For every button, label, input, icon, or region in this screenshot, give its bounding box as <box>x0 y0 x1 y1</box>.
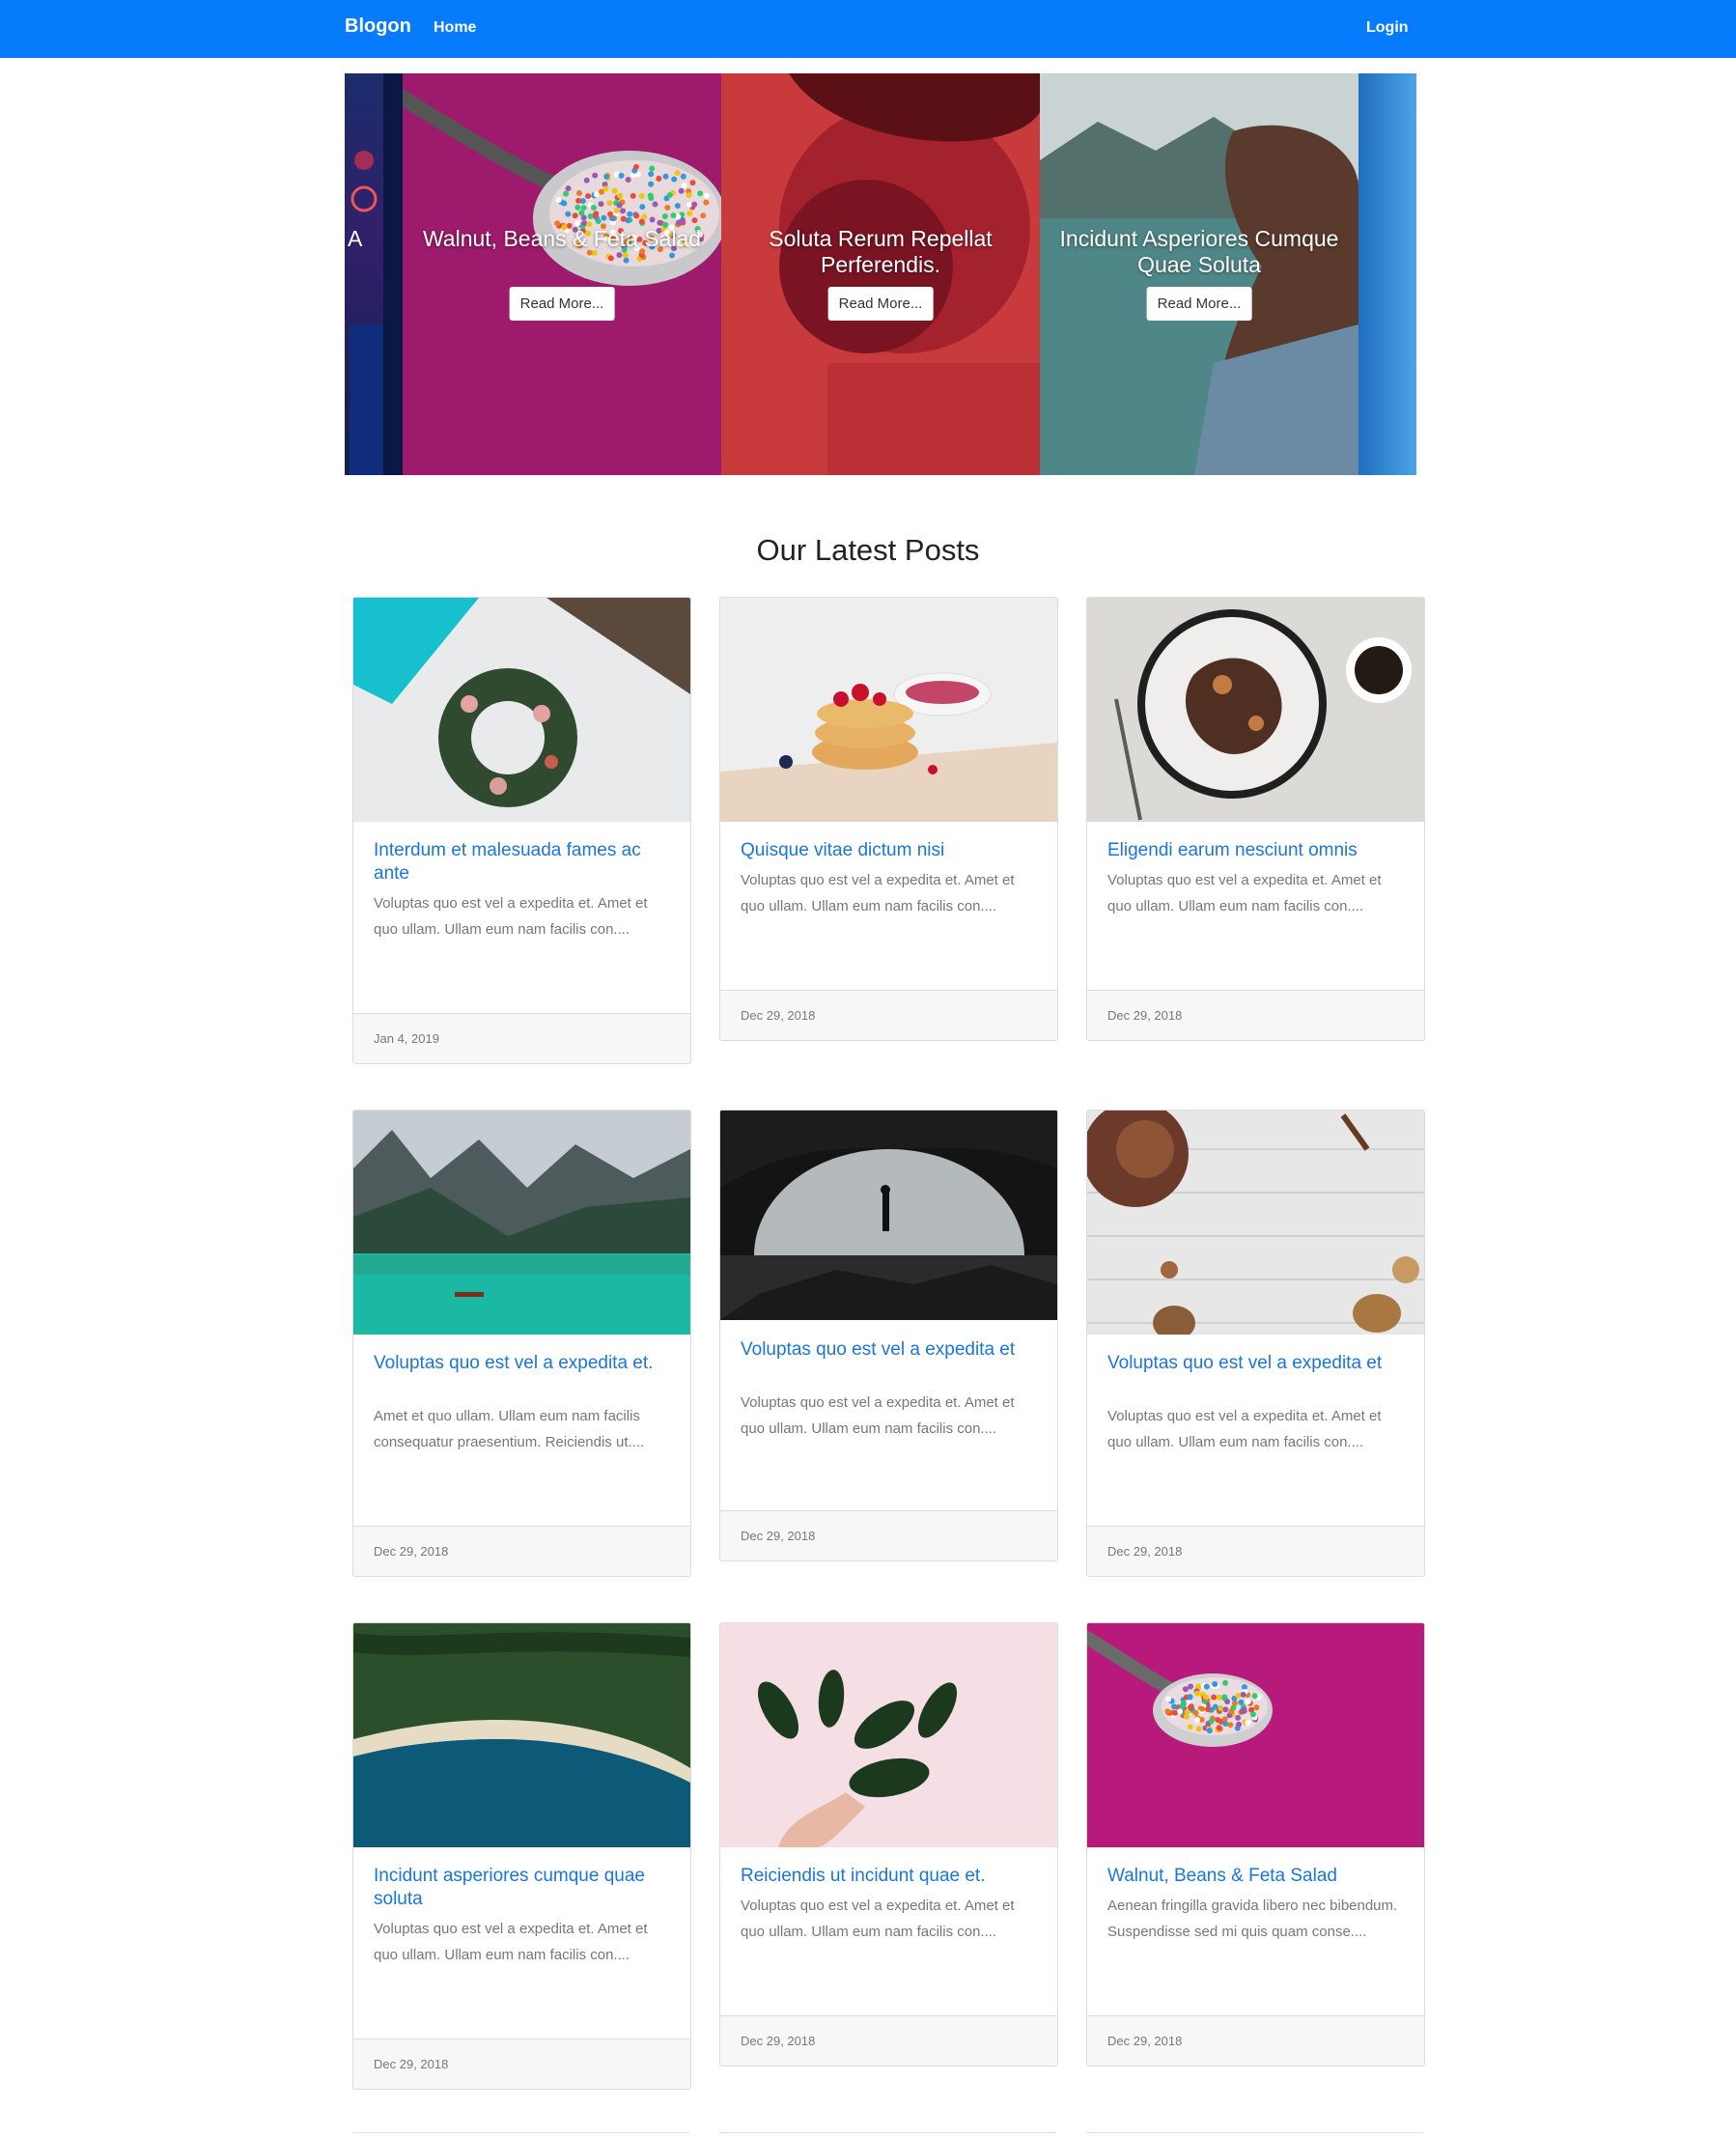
next-card-edge <box>719 2132 1056 2137</box>
read-more-button[interactable]: Read More... <box>509 287 615 321</box>
post-date: Dec 29, 2018 <box>1107 2034 1183 2048</box>
post-title-link[interactable]: Interdum et malesuada fames ac ante <box>374 839 673 886</box>
post-title-link[interactable]: Voluptas quo est vel a expedita et <box>1107 1352 1407 1375</box>
post-excerpt: Voluptas quo est vel a expedita et. Amet… <box>741 872 1015 914</box>
post-title-link[interactable]: Voluptas quo est vel a expedita et. <box>374 1352 673 1375</box>
post-excerpt: Voluptas quo est vel a expedita et. Amet… <box>1107 1408 1382 1450</box>
post-image[interactable] <box>720 1623 1057 1847</box>
post-card[interactable]: Eligendi earum nesciunt omnis Voluptas q… <box>1086 597 1425 1041</box>
post-footer: Dec 29, 2018 <box>353 2039 690 2089</box>
post-title-link[interactable]: Reiciendis ut incidunt quae et. <box>741 1865 1040 1888</box>
post-date: Dec 29, 2018 <box>1107 1544 1183 1559</box>
post-card[interactable]: Interdum et malesuada fames ac ante Volu… <box>352 597 691 1064</box>
post-image[interactable] <box>720 598 1057 822</box>
post-image[interactable] <box>1087 1111 1424 1335</box>
read-more-button[interactable]: Read More... <box>1146 287 1252 321</box>
post-card[interactable]: Reiciendis ut incidunt quae et. Voluptas… <box>719 1622 1058 2067</box>
post-card[interactable]: Incidunt asperiores cumque quae soluta V… <box>352 1622 691 2090</box>
post-title-link[interactable]: Voluptas quo est vel a expedita et <box>741 1338 1040 1362</box>
carousel-slide-title: Walnut, Beans & Feta Salad <box>422 226 702 251</box>
post-date: Jan 4, 2019 <box>374 1031 439 1046</box>
post-footer: Dec 29, 2018 <box>1087 1526 1424 1576</box>
post-footer: Dec 29, 2018 <box>720 1510 1057 1561</box>
post-date: Dec 29, 2018 <box>741 1008 816 1023</box>
post-title-link[interactable]: Eligendi earum nesciunt omnis <box>1107 839 1407 862</box>
carousel-slide-2[interactable]: Soluta Rerum Repellat Perferendis. Read … <box>721 73 1040 475</box>
post-image[interactable] <box>1087 1623 1424 1847</box>
next-card-edge <box>1086 2132 1423 2137</box>
nav-login-link[interactable]: Login <box>1366 19 1409 37</box>
post-image[interactable] <box>353 1111 690 1335</box>
post-excerpt: Aenean fringilla gravida libero nec bibe… <box>1107 1898 1398 1940</box>
post-image[interactable] <box>353 1623 690 1847</box>
post-footer: Dec 29, 2018 <box>720 990 1057 1040</box>
carousel-edge-left: A <box>345 73 403 475</box>
nav-home-link[interactable]: Home <box>434 19 476 37</box>
city-lights-image <box>350 73 403 475</box>
post-image[interactable] <box>720 1111 1057 1320</box>
carousel-slide-title: Soluta Rerum Repellat Perferendis. <box>769 226 993 277</box>
post-excerpt: Voluptas quo est vel a expedita et. Amet… <box>374 1921 648 1963</box>
post-footer: Dec 29, 2018 <box>1087 2015 1424 2066</box>
post-footer: Jan 4, 2019 <box>353 1013 690 1063</box>
post-card[interactable]: Voluptas quo est vel a expedita et Volup… <box>719 1110 1058 1561</box>
post-date: Dec 29, 2018 <box>741 1529 816 1543</box>
post-image[interactable] <box>353 598 690 822</box>
sprinkles-spoon-image <box>403 73 721 475</box>
post-card[interactable]: Quisque vitae dictum nisi Voluptas quo e… <box>719 597 1058 1041</box>
carousel-slide-3[interactable]: Incidunt Asperiores Cumque Quae Soluta R… <box>1040 73 1358 475</box>
featured-carousel[interactable]: A Walnut, Beans & Feta Salad Read More..… <box>345 73 1416 475</box>
post-footer: Dec 29, 2018 <box>353 1526 690 1576</box>
brand-logo[interactable]: Blogon <box>345 15 411 38</box>
next-card-edge <box>352 2132 689 2137</box>
post-title-link[interactable]: Incidunt asperiores cumque quae soluta <box>374 1865 673 1911</box>
post-card[interactable]: Voluptas quo est vel a expedita et. Amet… <box>352 1110 691 1577</box>
post-date: Dec 29, 2018 <box>741 2034 816 2048</box>
post-title-link[interactable]: Walnut, Beans & Feta Salad <box>1107 1865 1407 1888</box>
carousel-slide-1[interactable]: Walnut, Beans & Feta Salad Read More... <box>403 73 721 475</box>
read-more-button[interactable]: Read More... <box>827 287 934 321</box>
carousel-slide-title: Incidunt Asperiores Cumque Quae Soluta <box>1059 226 1339 277</box>
post-date: Dec 29, 2018 <box>1107 1008 1183 1023</box>
post-image[interactable] <box>1087 598 1424 822</box>
post-card[interactable]: Walnut, Beans & Feta Salad Aenean fringi… <box>1086 1622 1425 2067</box>
post-title-link[interactable]: Quisque vitae dictum nisi <box>741 839 1040 862</box>
carousel-edge-letter: A <box>348 226 363 251</box>
post-excerpt: Voluptas quo est vel a expedita et. Amet… <box>374 895 648 938</box>
navbar: Blogon Home Login <box>0 0 1736 58</box>
post-excerpt: Voluptas quo est vel a expedita et. Amet… <box>741 1394 1015 1437</box>
post-date: Dec 29, 2018 <box>374 1544 449 1559</box>
post-excerpt: Voluptas quo est vel a expedita et. Amet… <box>741 1898 1015 1940</box>
section-title: Our Latest Posts <box>756 533 980 567</box>
post-excerpt: Voluptas quo est vel a expedita et. Amet… <box>1107 872 1382 914</box>
post-date: Dec 29, 2018 <box>374 2057 449 2071</box>
post-footer: Dec 29, 2018 <box>720 2015 1057 2066</box>
post-excerpt: Amet et quo ullam. Ullam eum nam facilis… <box>374 1408 645 1450</box>
carousel-edge-right <box>1358 73 1416 475</box>
post-footer: Dec 29, 2018 <box>1087 990 1424 1040</box>
post-card[interactable]: Voluptas quo est vel a expedita et Volup… <box>1086 1110 1425 1577</box>
